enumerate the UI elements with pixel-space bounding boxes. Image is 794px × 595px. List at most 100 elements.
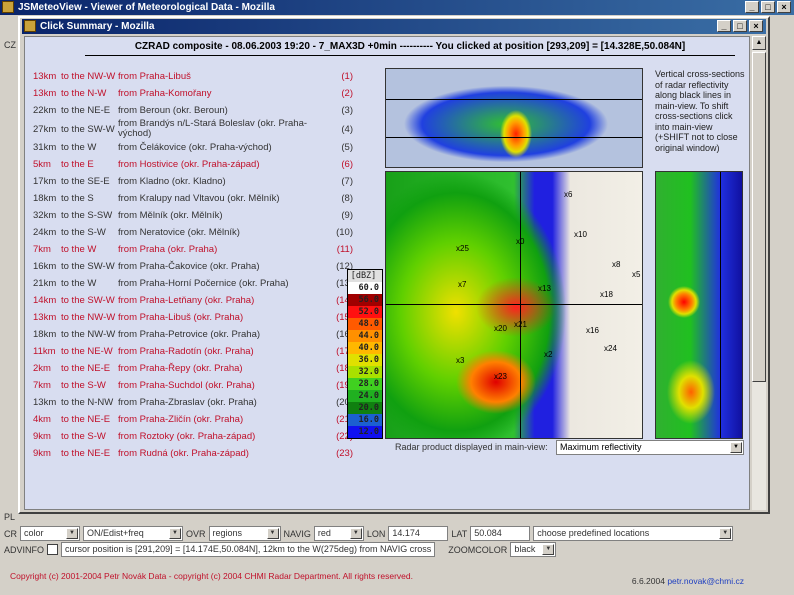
row-dist: 31km	[33, 142, 57, 153]
row-dist: 13km	[33, 88, 57, 99]
map-marker: x16	[586, 326, 599, 335]
radar-main-map[interactable]: x6 x10 x25 x0 x8 x5 x7 x13 x18 x16 x21 x20 x24 x3 x2 x2…	[385, 171, 643, 439]
row-num: (10)	[336, 227, 353, 238]
row-from: from Čelákovice (okr. Praha-východ)	[118, 141, 272, 153]
location-row: 11km to the NE-W from Praha-Radotín (okr. …	[33, 343, 353, 360]
row-dist: 27km	[33, 123, 57, 135]
legend-item: 28.0	[348, 378, 382, 390]
left-label-cz: CZ	[4, 40, 16, 50]
cross-section-top[interactable]	[385, 68, 643, 168]
lon-input[interactable]: 14.174	[388, 526, 449, 541]
map-marker: x2	[544, 350, 553, 359]
legend-item: 32.0	[348, 366, 382, 378]
map-marker: x23	[494, 372, 507, 381]
legend-item: 44.0	[348, 330, 382, 342]
row-dir: to the N-W	[61, 88, 107, 99]
advinfo-checkbox[interactable]	[47, 544, 59, 555]
cr-select[interactable]: color ▼	[20, 526, 80, 541]
mozilla-icon	[24, 20, 36, 32]
row-from: from Praha-Čakovice (okr. Praha)	[118, 260, 260, 272]
location-row: 27km to the SW-W from Brandýs n/L-Stará Bo…	[33, 119, 353, 139]
scroll-up-button[interactable]: ▲	[752, 36, 766, 50]
maximize-button[interactable]: □	[733, 20, 747, 32]
lon-label: LON	[366, 528, 386, 539]
cross-section-notes: Vertical cross-sections of radar reflect…	[655, 69, 745, 153]
maximize-button[interactable]: □	[761, 1, 775, 13]
minimize-button[interactable]: _	[745, 1, 759, 13]
map-marker: x20	[494, 324, 507, 333]
row-from: from Praha-Libuš	[118, 70, 191, 82]
row-dist: 9km	[33, 431, 51, 442]
legend-item: 16.0	[348, 414, 382, 426]
location-row: 18km to the S from Kralupy nad Vltavou (ok…	[33, 190, 353, 207]
zoomcolor-select[interactable]: black ▼	[510, 542, 557, 557]
row-dir: to the NW-W	[61, 329, 116, 340]
row-dir: to the NE-E	[61, 448, 111, 459]
version-info: 6.6.2004 petr.novak@chmi.cz	[632, 576, 744, 586]
legend-item: 36.0	[348, 354, 382, 366]
row-from: from Praha-Řepy (okr. Praha)	[118, 362, 243, 374]
row-dir: to the SE-E	[61, 176, 110, 187]
location-row: 22km to the NE-E from Beroun (okr. Beroun)…	[33, 102, 353, 119]
row-dir: to the W	[61, 244, 97, 255]
location-row: 13km to the NW-W from Praha-Libuš (okr. Pr…	[33, 309, 353, 326]
row-dist: 4km	[33, 414, 51, 425]
row-from: from Praha-Zbraslav (okr. Praha)	[118, 396, 257, 408]
row-num: (9)	[341, 210, 353, 221]
unit-select[interactable]: ON/Edist+freq ▼	[83, 526, 183, 541]
row-dir: to the NE-E	[61, 363, 111, 374]
row-dir: to the W	[61, 142, 97, 153]
row-from: from Praha-Radotín (okr. Praha)	[118, 345, 254, 357]
cross-section-side[interactable]	[655, 171, 743, 439]
row-from: from Praha-Komořany	[118, 87, 212, 99]
row-dist: 9km	[33, 448, 51, 459]
legend-item: 52.0	[348, 306, 382, 318]
location-row: 32km to the S-SW from Mělník (okr. Mělník)…	[33, 207, 353, 224]
legend-unit: [dBZ]	[348, 270, 382, 282]
row-dist: 2km	[33, 363, 51, 374]
row-dist: 11km	[33, 346, 56, 357]
row-dist: 16km	[33, 261, 57, 272]
location-row: 24km to the S-W from Neratovice (okr. Měln…	[33, 224, 353, 241]
minimize-button[interactable]: _	[717, 20, 731, 32]
location-row: 9km to the S-W from Roztoky (okr. Praha-zá…	[33, 428, 353, 445]
location-row: 5km to the E from Hostivice (okr. Praha-zá…	[33, 156, 353, 173]
scroll-thumb[interactable]	[752, 52, 766, 382]
product-select[interactable]: Maximum reflectivity ▼	[556, 440, 744, 455]
row-from: from Praha-Petrovice (okr. Praha)	[118, 328, 261, 340]
row-dist: 14km	[33, 295, 57, 306]
summary-content: CZRAD composite - 08.06.2003 19:20 - 7_M…	[24, 36, 750, 510]
row-dist: 7km	[33, 244, 51, 255]
zoomcolor-label: ZOOMCOLOR	[448, 544, 508, 555]
row-from: from Rudná (okr. Praha-západ)	[118, 447, 249, 459]
legend-item: 56.0	[348, 294, 382, 306]
row-dist: 22km	[33, 105, 57, 116]
row-num: (6)	[341, 159, 353, 170]
row-num: (2)	[341, 88, 353, 99]
map-marker: x24	[604, 344, 617, 353]
map-marker: x21	[514, 320, 527, 329]
controls-row-1: CR color ▼ ON/Edist+freq ▼ OVR regions ▼ NA…	[4, 526, 790, 541]
close-button[interactable]: ×	[749, 20, 763, 32]
close-button[interactable]: ×	[777, 1, 791, 13]
location-row: 4km to the NE-E from Praha-Zličín (okr. Pr…	[33, 411, 353, 428]
location-row: 2km to the NE-E from Praha-Řepy (okr. Prah…	[33, 360, 353, 377]
legend-item: 24.0	[348, 390, 382, 402]
row-from: from Kralupy nad Vltavou (okr. Mělník)	[118, 192, 280, 204]
row-dist: 13km	[33, 312, 57, 323]
locations-select[interactable]: choose predefined locations ▼	[533, 526, 734, 541]
row-dir: to the NE-W	[61, 346, 113, 357]
vertical-scrollbar[interactable]: ▲	[752, 36, 766, 510]
location-row: 13km to the N-NW from Praha-Zbraslav (okr.…	[33, 394, 353, 411]
copyright: Copyright (c) 2001-2004 Petr Novák Data …	[10, 571, 413, 581]
legend-item: 48.0	[348, 318, 382, 330]
row-dir: to the NE-E	[61, 414, 111, 425]
row-dist: 24km	[33, 227, 57, 238]
lat-input[interactable]: 50.084	[470, 526, 531, 541]
row-dist: 18km	[33, 193, 57, 204]
row-from: from Beroun (okr. Beroun)	[118, 104, 228, 116]
email-link[interactable]: petr.novak@chmi.cz	[667, 576, 744, 586]
ovr-select[interactable]: regions ▼	[208, 526, 281, 541]
row-from: from Brandýs n/L-Stará Boleslav (okr. Pr…	[118, 118, 308, 139]
navig-select[interactable]: red ▼	[313, 526, 364, 541]
